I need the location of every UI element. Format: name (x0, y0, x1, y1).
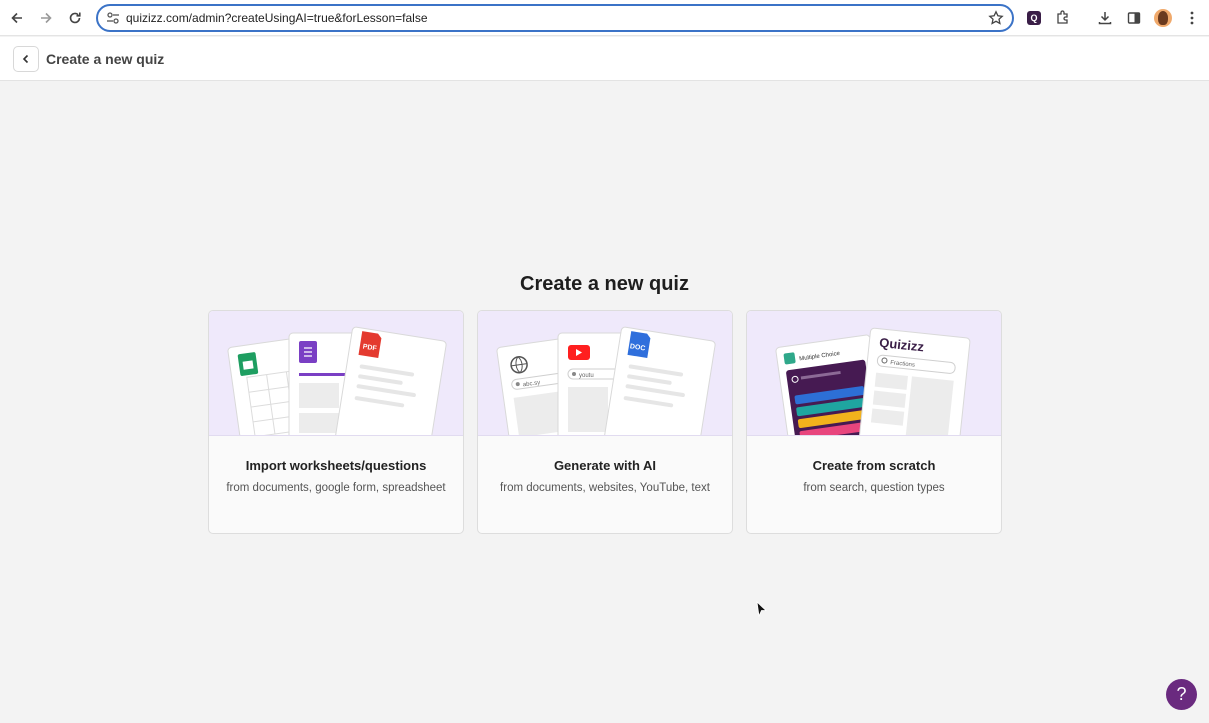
generate-ai-illustration: abc.sy youtu DOC (478, 311, 732, 436)
create-scratch-illustration: Multiple Choice Quizizz Fractions (747, 311, 1001, 436)
back-button[interactable] (13, 46, 39, 72)
generate-ai-card-title: Generate with AI (553, 458, 657, 473)
extensions-puzzle-icon[interactable] (1053, 8, 1073, 28)
reload-icon[interactable] (64, 7, 86, 29)
header-title: Create a new quiz (46, 51, 165, 67)
page-title: Create a new quiz (520, 273, 689, 295)
quizizz-extension-icon[interactable]: Q (1024, 8, 1044, 28)
chevron-left-icon (22, 54, 29, 64)
site-settings-icon[interactable] (106, 11, 120, 25)
page-header: Create a new quiz (0, 37, 1209, 81)
bookmark-star-icon[interactable] (988, 10, 1004, 26)
create-scratch-card[interactable]: Multiple Choice Quizizz Fractions Create… (746, 310, 1002, 534)
back-arrow-icon[interactable] (6, 7, 28, 29)
browser-toolbar: quizizz.com/admin?createUsingAI=true&for… (0, 0, 1209, 36)
url-text[interactable]: quizizz.com/admin?createUsingAI=true&for… (126, 11, 428, 25)
import-illustration: PDF (209, 311, 463, 436)
address-bar[interactable]: quizizz.com/admin?createUsingAI=true&for… (96, 4, 1014, 32)
download-icon[interactable] (1095, 8, 1115, 28)
side-panel-icon[interactable] (1124, 8, 1144, 28)
import-card-title: Import worksheets/questions (245, 458, 427, 473)
create-scratch-card-title: Create from scratch (812, 458, 936, 473)
mouse-cursor-icon (756, 601, 768, 617)
import-card[interactable]: PDF Import worksheets/questions from doc… (208, 310, 464, 534)
import-card-subtitle: from documents, google form, spreadsheet (226, 482, 446, 494)
more-menu-icon[interactable] (1182, 8, 1202, 28)
profile-avatar[interactable] (1153, 8, 1173, 28)
multiple-choice-icon (783, 352, 796, 365)
generate-ai-card[interactable]: abc.sy youtu DOC Generate with AI from d… (477, 310, 733, 534)
generate-ai-card-subtitle: from documents, websites, YouTube, text (500, 482, 710, 494)
create-scratch-card-subtitle: from search, question types (803, 482, 945, 494)
forward-arrow-icon[interactable] (35, 7, 57, 29)
youtube-url-label: youtu (579, 373, 594, 379)
help-button[interactable]: ? (1166, 679, 1197, 710)
